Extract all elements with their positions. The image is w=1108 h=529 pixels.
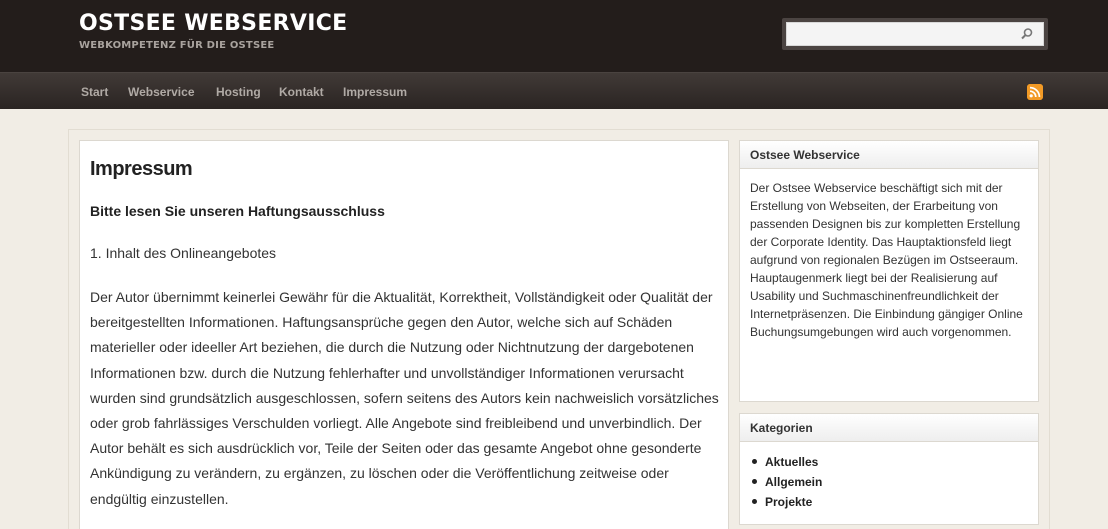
- categories-widget-title: Kategorien: [740, 414, 1038, 442]
- search-box: [782, 18, 1048, 50]
- page-title: Impressum: [90, 158, 193, 180]
- site-header: OSTSEE WEBSERVICE WEBKOMPETENZ FÜR DIE O…: [0, 0, 1108, 72]
- disclaimer-paragraph: Der Autor übernimmt keinerlei Gewähr für…: [90, 289, 719, 507]
- about-widget: Ostsee Webservice Der Ostsee Webservice …: [739, 140, 1039, 402]
- categories-widget: Kategorien Aktuelles Allgemein Projekte: [739, 413, 1039, 525]
- about-widget-text: Der Ostsee Webservice beschäftigt sich m…: [750, 181, 1023, 339]
- nav-item-hosting[interactable]: Hosting: [216, 85, 261, 99]
- nav-item-start[interactable]: Start: [81, 85, 108, 99]
- nav-item-webservice[interactable]: Webservice: [128, 85, 195, 99]
- categories-list: Aktuelles Allgemein Projekte: [740, 442, 1038, 518]
- main-navigation: Start Webservice Hosting Kontakt Impress…: [0, 72, 1108, 109]
- search-input[interactable]: [786, 22, 1044, 46]
- search-icon[interactable]: [1020, 27, 1034, 41]
- site-title[interactable]: OSTSEE WEBSERVICE: [79, 11, 347, 36]
- disclaimer-lead: Bitte lesen Sie unseren Haftungsausschlu…: [90, 203, 385, 219]
- category-link-projekte[interactable]: Projekte: [750, 492, 1028, 512]
- rss-icon[interactable]: [1027, 84, 1043, 100]
- section-heading: 1. Inhalt des Onlineangebotes: [90, 245, 277, 261]
- nav-item-kontakt[interactable]: Kontakt: [279, 85, 324, 99]
- category-link-allgemein[interactable]: Allgemein: [750, 472, 1028, 492]
- about-widget-title: Ostsee Webservice: [740, 141, 1038, 169]
- category-link-aktuelles[interactable]: Aktuelles: [750, 452, 1028, 472]
- site-description: WEBKOMPETENZ FÜR DIE OSTSEE: [79, 40, 275, 51]
- main-content: Impressum Bitte lesen Sie unseren Haftun…: [79, 140, 729, 529]
- nav-item-impressum[interactable]: Impressum: [343, 85, 407, 99]
